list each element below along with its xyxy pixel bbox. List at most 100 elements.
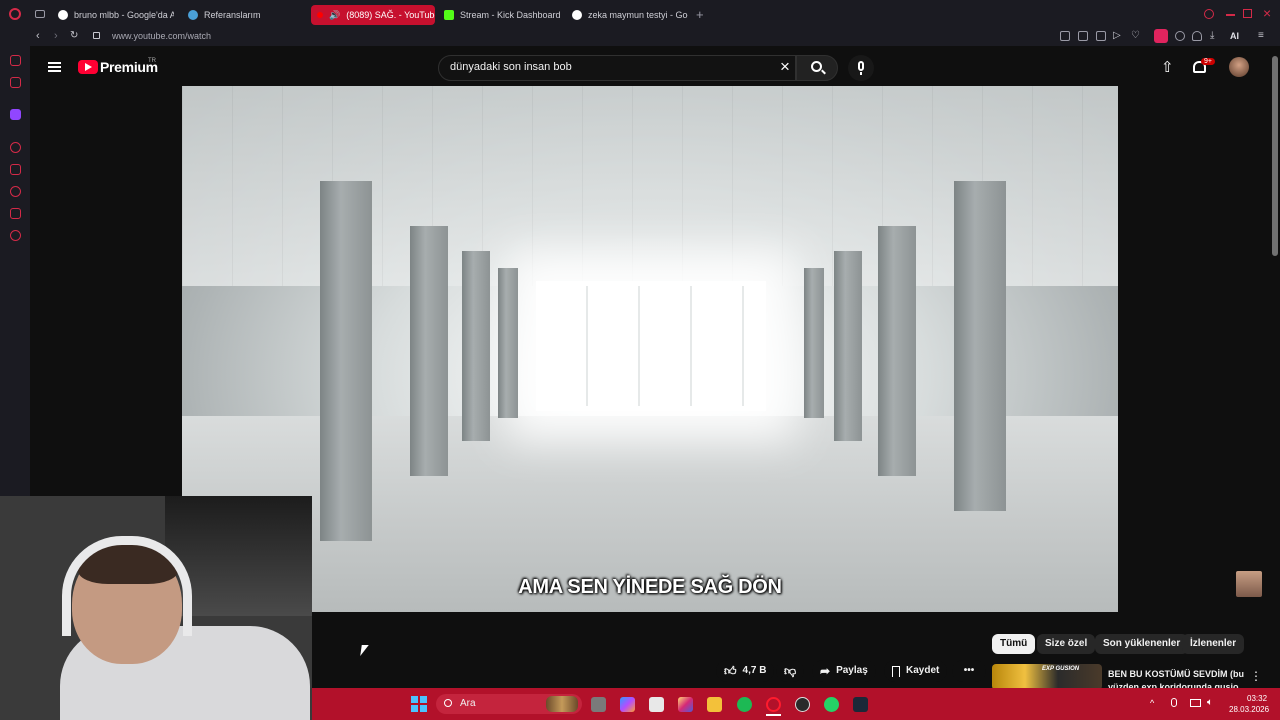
profile-icon[interactable] bbox=[1192, 31, 1202, 41]
referanslar-favicon-icon bbox=[188, 10, 198, 20]
kick-favicon-icon bbox=[444, 10, 454, 20]
avatar[interactable] bbox=[1229, 57, 1249, 77]
video-frame-window-light bbox=[536, 281, 766, 411]
save-button[interactable]: Kaydet bbox=[884, 660, 948, 682]
back-icon[interactable]: ‹ bbox=[36, 30, 40, 42]
sidebar-item-extensions-icon[interactable] bbox=[10, 208, 21, 219]
maximize-icon[interactable] bbox=[1243, 9, 1252, 18]
tab-label: bruno mlbb - Google'da A bbox=[74, 10, 174, 20]
instagram-icon[interactable] bbox=[678, 697, 693, 712]
windows-start-icon[interactable] bbox=[411, 696, 427, 712]
chip-watched[interactable]: İzlenenler bbox=[1182, 634, 1245, 654]
shield-icon[interactable] bbox=[1096, 31, 1106, 41]
like-count: 4,7 B bbox=[742, 665, 767, 676]
hamburger-menu-icon[interactable] bbox=[48, 62, 61, 72]
browser-tab-youtube-active[interactable]: 🔊 (8089) SAĞ. - YouTube bbox=[311, 5, 435, 25]
more-actions-button[interactable]: ••• bbox=[952, 660, 986, 682]
pillar bbox=[462, 251, 490, 441]
active-app-indicator bbox=[766, 714, 781, 716]
sidebar-item-settings-icon[interactable] bbox=[10, 230, 21, 241]
search-query-text[interactable]: dünyadaki son insan bob bbox=[450, 61, 572, 73]
sidebar-item-player-icon[interactable] bbox=[10, 142, 21, 153]
opera-gx-icon[interactable] bbox=[766, 697, 781, 712]
menu-icon[interactable]: ≡ bbox=[1258, 30, 1264, 41]
sidebar-item-twitch-icon[interactable] bbox=[10, 109, 21, 120]
taskbar-clock-time[interactable]: 03:32 bbox=[1247, 694, 1267, 703]
recommendation-menu-icon[interactable]: ⋮ bbox=[1250, 669, 1262, 683]
new-tab-button[interactable]: + bbox=[696, 7, 704, 22]
share-label: Paylaş bbox=[836, 665, 868, 676]
sidebar-item-aria-icon[interactable] bbox=[10, 77, 21, 88]
taskbar-clock-date[interactable]: 28.03.2026 bbox=[1229, 705, 1269, 714]
tab-label: (8089) SAĞ. - YouTube bbox=[346, 10, 435, 20]
url-field[interactable]: www.youtube.com/watch bbox=[112, 31, 211, 41]
share-arrow-icon: ➦ bbox=[820, 664, 831, 678]
tray-volume-icon[interactable]: 🔈︎ bbox=[1207, 697, 1213, 708]
region-code: TR bbox=[148, 58, 156, 64]
tab-label: Stream - Kick Dashboard bbox=[460, 10, 560, 20]
pillar bbox=[954, 181, 1006, 511]
recommendation-thumbnail[interactable]: EXP GUSION bbox=[992, 664, 1102, 690]
tab-search-icon[interactable] bbox=[35, 10, 45, 18]
window-mullion bbox=[742, 286, 744, 406]
share-button[interactable]: ➦ Paylaş bbox=[812, 660, 876, 682]
tab-label: Referanslarım bbox=[204, 10, 261, 20]
create-upload-icon[interactable]: ⇧ bbox=[1161, 58, 1174, 76]
browser-tab-1[interactable]: bruno mlbb - Google'da A bbox=[58, 5, 174, 25]
clear-search-icon[interactable]: × bbox=[777, 58, 793, 75]
tray-microphone-icon[interactable] bbox=[1171, 698, 1177, 707]
extensions-icon[interactable] bbox=[1175, 31, 1185, 41]
pillar bbox=[804, 268, 824, 418]
search-tabs-icon[interactable] bbox=[1204, 9, 1214, 19]
browser-tab-5[interactable]: zeka maymun testyi - Goo bbox=[572, 5, 688, 25]
speaker-icon[interactable]: 🔊 bbox=[329, 10, 340, 21]
voice-search-button[interactable] bbox=[848, 55, 874, 81]
spotify-icon[interactable] bbox=[737, 697, 752, 712]
close-window-icon[interactable]: × bbox=[1263, 5, 1271, 21]
browser-tab-4[interactable]: Stream - Kick Dashboard bbox=[444, 5, 560, 25]
recommendation-title[interactable]: BEN BU KOSTÜMÜ SEVDİM (bu yüzden exp kor… bbox=[1108, 668, 1244, 688]
reload-icon[interactable]: ↻ bbox=[70, 30, 78, 41]
more-dots-icon: ••• bbox=[963, 665, 975, 676]
opera-logo-icon[interactable] bbox=[9, 8, 21, 20]
obs-icon[interactable] bbox=[795, 697, 810, 712]
tray-network-icon[interactable] bbox=[1190, 699, 1201, 707]
window-mullion bbox=[638, 286, 640, 406]
search-button[interactable] bbox=[796, 55, 838, 81]
youtube-logo-icon[interactable] bbox=[78, 60, 98, 74]
window-mullion bbox=[586, 286, 588, 406]
snapshot-icon[interactable] bbox=[1078, 31, 1088, 41]
chip-all[interactable]: Tümü bbox=[992, 634, 1036, 654]
sidebar-item-history-icon[interactable] bbox=[10, 186, 21, 197]
page-scrollbar[interactable] bbox=[1272, 56, 1278, 256]
task-view-icon[interactable] bbox=[591, 697, 606, 712]
file-explorer-icon[interactable] bbox=[707, 697, 722, 712]
webcam-overlay bbox=[0, 496, 312, 720]
video-player[interactable] bbox=[182, 86, 1118, 612]
sidebar-item-wallet-icon[interactable] bbox=[10, 164, 21, 175]
tray-chevron-icon[interactable]: ^ bbox=[1150, 698, 1154, 708]
sidebar-item-home-icon[interactable] bbox=[10, 55, 21, 66]
chip-for-you[interactable]: Size özel bbox=[1037, 634, 1096, 654]
browser-tab-2[interactable]: Referanslarım bbox=[188, 5, 304, 25]
heart-icon[interactable]: ♡ bbox=[1131, 30, 1140, 41]
minimize-icon[interactable] bbox=[1226, 14, 1235, 16]
bookmark-save-icon bbox=[892, 665, 900, 677]
mouse-cursor-icon bbox=[360, 645, 369, 656]
miniplayer-avatar[interactable] bbox=[1236, 571, 1262, 597]
ai-button[interactable]: AI bbox=[1230, 31, 1239, 41]
whatsapp-icon[interactable] bbox=[824, 697, 839, 712]
chip-recently-uploaded[interactable]: Son yüklenenler bbox=[1095, 634, 1189, 654]
download-icon[interactable]: ⤓ bbox=[1210, 30, 1214, 41]
dislike-button[interactable]: 👎︎ bbox=[776, 660, 805, 682]
microsoft-store-icon[interactable] bbox=[649, 697, 664, 712]
search-highlight-image bbox=[546, 696, 578, 712]
steam-icon[interactable] bbox=[853, 697, 868, 712]
forward-icon[interactable]: › bbox=[54, 30, 58, 42]
copilot-icon[interactable] bbox=[620, 697, 635, 712]
bookmark-icon[interactable] bbox=[1060, 31, 1070, 41]
tab-label: zeka maymun testyi - Goo bbox=[588, 10, 688, 20]
play-icon[interactable]: ▷ bbox=[1113, 30, 1121, 41]
extension-active-icon[interactable] bbox=[1154, 29, 1168, 43]
like-button[interactable]: 👍︎ 4,7 B bbox=[716, 660, 775, 682]
